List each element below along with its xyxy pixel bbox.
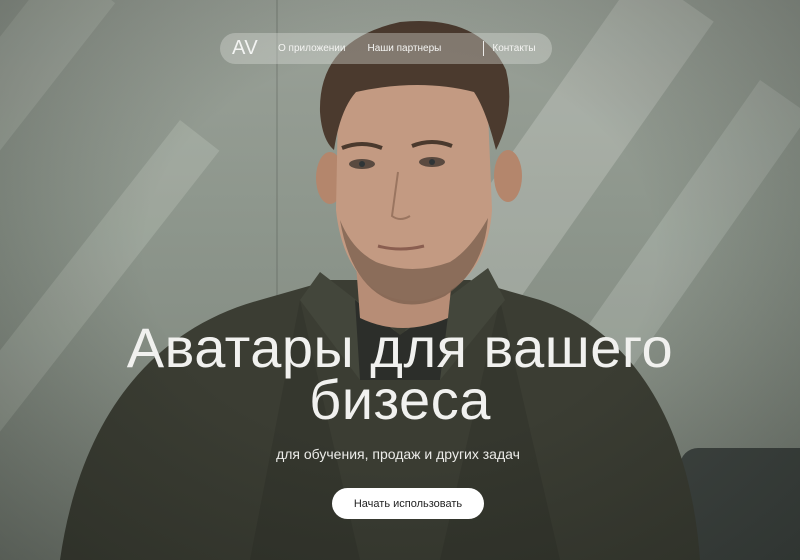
nav-link-about[interactable]: О приложении — [278, 43, 345, 54]
vignette-overlay — [0, 0, 800, 560]
nav-link-partners[interactable]: Наши партнеры — [367, 43, 441, 54]
nav-divider — [483, 41, 485, 56]
logo[interactable]: AV — [232, 37, 278, 60]
headline-line-2: бизеса — [309, 368, 491, 431]
top-nav: AV О приложении Наши партнеры Контакты — [220, 33, 552, 64]
hero-headline: Аватары для вашего бизеса — [0, 320, 800, 428]
nav-link-contacts[interactable]: Контакты — [492, 43, 535, 54]
start-using-button[interactable]: Начать использовать — [332, 488, 484, 519]
hero-section: AV О приложении Наши партнеры Контакты А… — [0, 0, 800, 560]
hero-subtitle: для обучения, продаж и других задач — [276, 446, 520, 462]
